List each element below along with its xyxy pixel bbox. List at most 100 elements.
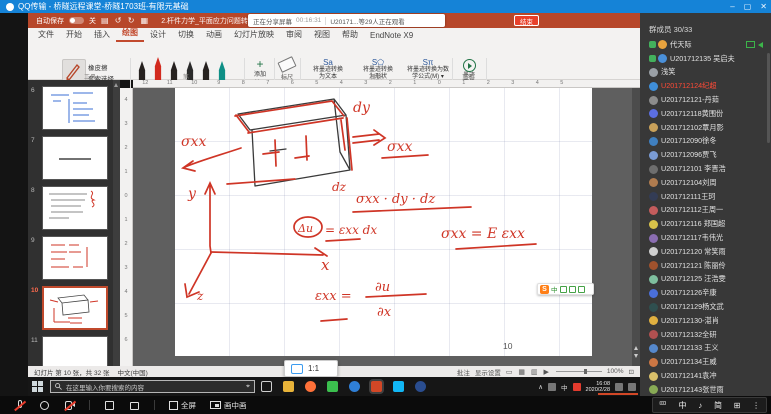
zoom-slider[interactable]	[556, 371, 602, 372]
ime-option-icon[interactable]	[560, 286, 567, 293]
member-row[interactable]: U201712090徐冬	[640, 135, 771, 149]
language-indicator[interactable]: 中文(中国)	[118, 367, 148, 377]
member-row[interactable]: U201712134王威	[640, 355, 771, 369]
ribbon-tab[interactable]: 帮助	[336, 28, 364, 42]
ribbon-tab[interactable]: 开始	[60, 28, 88, 42]
canvas-scrollbar[interactable]	[632, 88, 640, 366]
view-switcher-icons[interactable]: ▭ ▦ ▥ ▶	[506, 368, 551, 376]
ribbon-tab[interactable]: 设计	[144, 28, 172, 42]
tray-red-icon[interactable]	[573, 383, 581, 391]
ribbon-tab[interactable]: EndNote X9	[364, 30, 419, 42]
ime-status-icon[interactable]: 罒	[659, 400, 667, 411]
member-row[interactable]: U201712112王周一	[640, 204, 771, 218]
taskbar-app-icon[interactable]	[327, 381, 338, 392]
microphone-muted-icon[interactable]	[14, 400, 25, 411]
member-row[interactable]: U201712120 常笑雨	[640, 245, 771, 259]
ribbon-tab[interactable]: 绘图	[116, 26, 144, 42]
ime-emoji-icon[interactable]	[578, 286, 585, 293]
ribbon-tab[interactable]: 幻灯片放映	[228, 28, 280, 42]
tray-chevron-icon[interactable]: ∧	[538, 383, 543, 391]
member-row[interactable]: U201712116 郑国超	[640, 217, 771, 231]
member-row[interactable]: U201712141袁冲	[640, 369, 771, 383]
search-box[interactable]: 在这里输入你要搜索的内容 ⌖	[50, 380, 255, 393]
autosave-toggle[interactable]	[69, 17, 84, 24]
member-row[interactable]: U201712101 李晋浩	[640, 162, 771, 176]
ribbon-tab[interactable]: 审阅	[280, 28, 308, 42]
network-icon[interactable]	[548, 383, 556, 391]
ime-keyboard-icon[interactable]	[569, 286, 576, 293]
ribbon-tab[interactable]: 插入	[88, 28, 116, 42]
member-row[interactable]: U201712133 王义	[640, 342, 771, 356]
notes-button[interactable]: 批注	[457, 367, 470, 377]
ime-status-icon[interactable]: ⊞	[734, 401, 741, 410]
minimize-button[interactable]: –	[730, 2, 734, 11]
member-row[interactable]: U201712130-湛肖	[640, 314, 771, 328]
tray-ime-indicator[interactable]: 中	[561, 382, 568, 392]
ribbon-tab[interactable]: 视图	[308, 28, 336, 42]
ribbon-tab[interactable]: 切换	[172, 28, 200, 42]
fit-to-window-icon[interactable]: ⊡	[629, 368, 634, 376]
member-list-scrollbar[interactable]	[767, 53, 770, 143]
ime-status-icon[interactable]: ⋮	[752, 401, 760, 410]
thumbnail-slide-6[interactable]: 6	[28, 86, 113, 130]
taskbar-clock[interactable]: 16:08 2020/2/28	[586, 381, 610, 393]
member-row[interactable]: U201712135 吴启夫	[640, 52, 771, 66]
taskbar-app-icon[interactable]	[393, 381, 404, 392]
picture-in-picture-button[interactable]: 画中画	[210, 400, 247, 411]
camera-muted-icon[interactable]	[64, 400, 75, 411]
speaker-icon[interactable]	[39, 400, 50, 411]
thumbnail-slide-10-selected[interactable]: 10	[28, 286, 113, 330]
tray-extra-icon[interactable]	[615, 383, 623, 391]
slide-canvas[interactable]: σxx dy σxx dz σxx · dy · dz Δu = εxx dx …	[175, 88, 592, 356]
member-row[interactable]: U201712129杨文武	[640, 300, 771, 314]
ime-status-icon[interactable]: 中	[679, 400, 687, 411]
taskbar-app-icon[interactable]	[283, 381, 294, 392]
member-row[interactable]: U201712117韦伟光	[640, 231, 771, 245]
member-row[interactable]: U201712102覃月影	[640, 121, 771, 135]
taskbar-app-icon[interactable]	[261, 381, 272, 392]
member-row[interactable]: U201712118黄围份	[640, 107, 771, 121]
member-row[interactable]: U201712125 汪浩雯	[640, 273, 771, 287]
ribbon-tab[interactable]: 文件	[32, 28, 60, 42]
member-name: U201712101 李晋浩	[661, 164, 726, 174]
member-row[interactable]: U201712126辛康	[640, 286, 771, 300]
ribbon-tab[interactable]: 动画	[200, 28, 228, 42]
thumbnail-slide-9[interactable]: 9	[28, 236, 113, 280]
maximize-button[interactable]: ▢	[744, 2, 752, 11]
taskbar-app-icon[interactable]	[305, 381, 316, 392]
member-row[interactable]: U201712096贾飞	[640, 148, 771, 162]
quick-access-icons[interactable]: ▤ ↺ ↻ ▦	[101, 16, 150, 25]
taskbar-app-icon[interactable]	[415, 381, 426, 392]
thumbnail-scrollbar[interactable]	[113, 80, 120, 366]
member-row[interactable]: 浅笑	[640, 66, 771, 80]
partial-x: ∂x	[377, 305, 392, 320]
member-row[interactable]: U201712121 陈丽伶	[640, 259, 771, 273]
member-row[interactable]: U201712143张世雨	[640, 383, 771, 396]
taskbar-app-icon[interactable]	[349, 381, 360, 392]
ime-status-icon[interactable]: 简	[714, 400, 722, 411]
member-row[interactable]: U201712104刘周	[640, 176, 771, 190]
start-button[interactable]	[32, 381, 44, 393]
eraser-button[interactable]: 橡皮擦	[88, 62, 108, 72]
taskbar-app-icon[interactable]	[371, 381, 382, 392]
member-row[interactable]: U201712124纪超	[640, 79, 771, 93]
display-settings-button[interactable]: 显示设置	[475, 367, 501, 377]
thumbnail-slide-7[interactable]: 7	[28, 136, 113, 180]
fullscreen-button[interactable]: 全屏	[169, 400, 196, 411]
thumbnail-slide-11[interactable]: 11	[28, 336, 113, 366]
member-row[interactable]: U201712121-丹茹	[640, 93, 771, 107]
close-button[interactable]: ✕	[760, 2, 767, 11]
ime-toolbar[interactable]: S 中	[537, 283, 594, 295]
ime-status-bar[interactable]: 罒 中 ♪ 简 ⊞ ⋮	[652, 397, 767, 413]
screen-icon[interactable]	[104, 400, 115, 411]
zoom-level[interactable]: 100%	[607, 368, 624, 375]
member-row[interactable]: 代天际	[640, 38, 771, 52]
microphone-icon[interactable]: ⌖	[246, 383, 250, 391]
ime-status-icon[interactable]: ♪	[698, 401, 702, 410]
member-row[interactable]: U201712111王珂	[640, 190, 771, 204]
show-desktop-icon[interactable]	[628, 383, 636, 391]
projector-icon[interactable]	[129, 400, 140, 411]
member-row[interactable]: U201712132全研	[640, 328, 771, 342]
thumbnail-slide-8[interactable]: 8	[28, 186, 113, 230]
end-share-button[interactable]: 结束	[514, 15, 539, 26]
